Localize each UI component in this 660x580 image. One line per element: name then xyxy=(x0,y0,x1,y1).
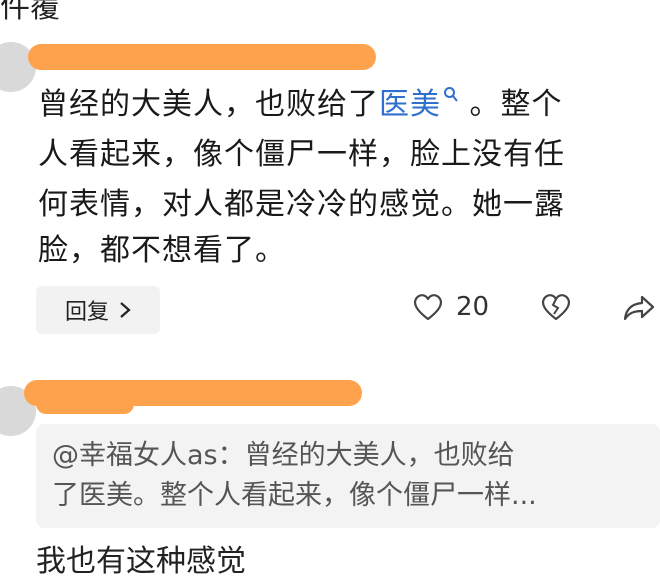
comment-body-cut: 我也有这种感觉 xyxy=(36,544,246,579)
username-redaction xyxy=(28,44,376,70)
comment-line: 何表情，对人都是冷冷的感觉。她一露 xyxy=(38,187,565,222)
heart-icon xyxy=(414,294,442,321)
comment-line: 人看起来，像个僵尸一样，脸上没有任 xyxy=(38,137,565,172)
like-count: 20 xyxy=(456,292,490,322)
chevron-right-icon xyxy=(120,302,131,318)
reply-button[interactable]: 回复 xyxy=(36,286,160,334)
encyclopedia-link-label: 医美 xyxy=(379,87,441,122)
like-button[interactable]: 20 xyxy=(412,292,489,322)
share-button[interactable] xyxy=(622,294,656,326)
comment-line: 曾经的大美人，也败给了医美 。整个 xyxy=(38,80,563,130)
broken-heart-icon xyxy=(542,294,570,321)
share-icon xyxy=(623,295,655,321)
comment-line: 脸，都不想看了。 xyxy=(38,233,286,268)
quote-line: 了医美。整个人看起来，像个僵尸一样... xyxy=(52,480,537,511)
reply-label: 回复 xyxy=(64,300,109,325)
username-redaction xyxy=(36,394,134,414)
quote-line: @幸福女人as：曾经的大美人，也败给 xyxy=(52,440,515,471)
encyclopedia-link[interactable]: 医美 xyxy=(379,87,459,122)
search-icon xyxy=(444,87,458,102)
comment-text-segment: 。整个 xyxy=(459,87,563,122)
quoted-comment[interactable]: @幸福女人as：曾经的大美人，也败给 了医美。整个人看起来，像个僵尸一样... xyxy=(36,424,660,528)
comment-text-segment: 曾经的大美人，也败给了 xyxy=(38,87,379,122)
cut-header-text: 件覆 xyxy=(0,0,60,25)
dislike-button[interactable] xyxy=(540,292,572,326)
